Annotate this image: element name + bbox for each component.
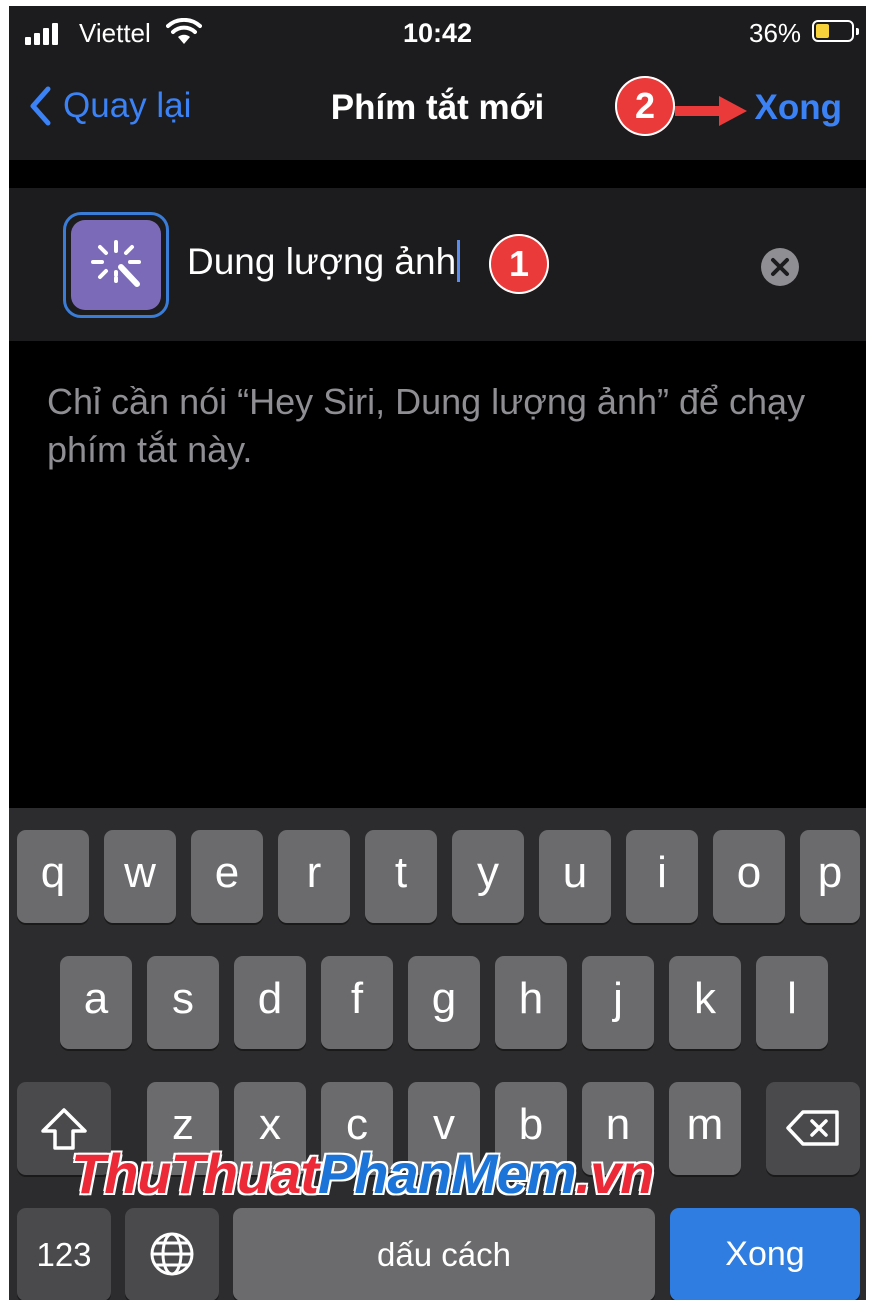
key-u[interactable]: u — [539, 830, 611, 923]
key-s[interactable]: s — [147, 956, 219, 1049]
key-q[interactable]: q — [17, 830, 89, 923]
shortcut-name-input[interactable]: Dung lượng ảnh — [187, 240, 461, 283]
clear-text-button[interactable] — [761, 248, 799, 286]
backspace-key[interactable] — [766, 1082, 860, 1175]
key-h[interactable]: h — [495, 956, 567, 1049]
key-l[interactable]: l — [756, 956, 828, 1049]
key-o[interactable]: o — [713, 830, 785, 923]
navigation-bar: Quay lại Phím tắt mới 2 Xong — [9, 62, 866, 160]
watermark-part-2: PhanMem — [318, 1142, 576, 1205]
battery-percentage: 36% — [749, 18, 802, 48]
key-j[interactable]: j — [582, 956, 654, 1049]
clock: 10:42 — [402, 18, 473, 48]
key-m[interactable]: m — [669, 1082, 741, 1175]
key-d[interactable]: d — [234, 956, 306, 1049]
watermark: ThuThuatPhanMem.vn — [71, 1142, 655, 1205]
key-k[interactable]: k — [669, 956, 741, 1049]
magic-wand-icon — [91, 240, 141, 287]
battery-icon — [812, 20, 859, 42]
shortcut-name-row: Dung lượng ảnh 1 — [9, 188, 866, 341]
key-y[interactable]: y — [452, 830, 524, 923]
siri-hint-text: Chỉ cần nói “Hey Siri, Dung lượng ảnh” đ… — [47, 381, 806, 470]
keyboard: q w e r t y u i o p a s d f g h j k l z … — [9, 808, 866, 1300]
phone-screen: Viettel 10:42 36% Quay lại Phím tắt mới … — [9, 6, 866, 1300]
numbers-key[interactable]: 123 — [17, 1208, 111, 1300]
key-g[interactable]: g — [408, 956, 480, 1049]
section-gap — [9, 160, 866, 188]
return-done-key[interactable]: Xong — [670, 1208, 860, 1300]
backspace-icon — [786, 1110, 839, 1146]
key-t[interactable]: t — [365, 830, 437, 923]
globe-key[interactable] — [125, 1208, 219, 1300]
watermark-part-3: .vn — [575, 1142, 655, 1205]
globe-icon — [150, 1232, 194, 1276]
step-1-badge: 1 — [489, 234, 549, 294]
status-bar: Viettel 10:42 36% — [9, 6, 866, 62]
shortcut-icon-button[interactable] — [63, 212, 169, 318]
done-button[interactable]: Xong — [755, 88, 842, 128]
text-cursor — [457, 240, 461, 282]
key-w[interactable]: w — [104, 830, 176, 923]
key-p[interactable]: p — [800, 830, 860, 923]
space-key[interactable]: dấu cách — [233, 1208, 655, 1300]
key-a[interactable]: a — [60, 956, 132, 1049]
shortcut-name-value: Dung lượng ảnh — [187, 241, 457, 282]
key-e[interactable]: e — [191, 830, 263, 923]
shortcut-icon-tile — [71, 220, 161, 310]
close-icon — [771, 258, 789, 276]
watermark-part-1: ThuThuat — [71, 1142, 319, 1205]
arrow-right-icon — [675, 96, 747, 126]
key-f[interactable]: f — [321, 956, 393, 1049]
key-r[interactable]: r — [278, 830, 350, 923]
step-2-badge: 2 — [615, 76, 675, 136]
key-i[interactable]: i — [626, 830, 698, 923]
